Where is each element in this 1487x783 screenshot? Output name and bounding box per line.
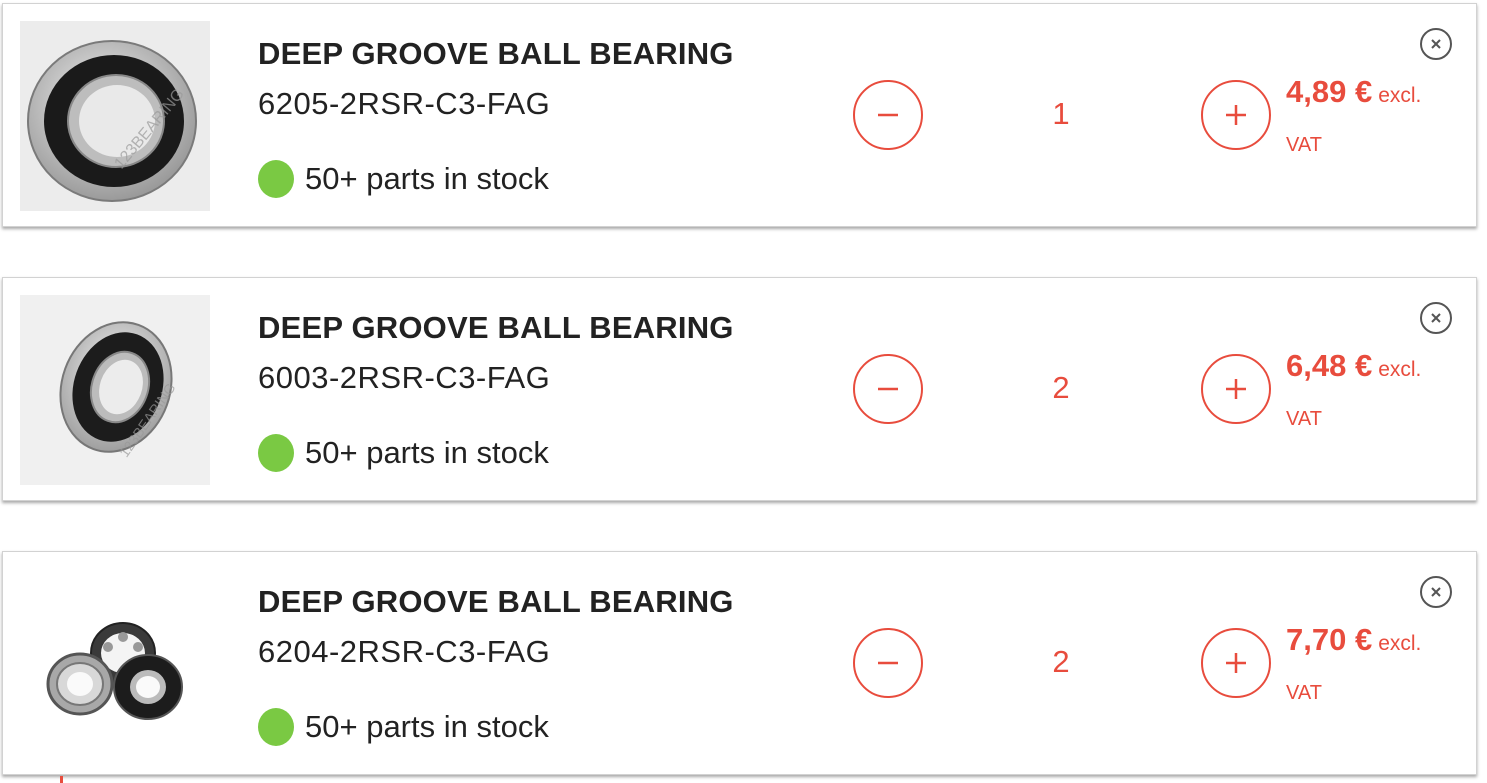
stock-status: 50+ parts in stock xyxy=(258,159,549,199)
stock-text: 50+ parts in stock xyxy=(305,709,549,744)
increase-quantity-button[interactable] xyxy=(1201,354,1271,424)
price-excl-label: excl. xyxy=(1378,84,1422,107)
stock-text: 50+ parts in stock xyxy=(305,435,549,470)
page-accent-mark xyxy=(60,776,63,783)
remove-item-button[interactable] xyxy=(1420,302,1452,334)
remove-item-button[interactable] xyxy=(1420,576,1452,608)
price: 6,48 € excl. xyxy=(1286,348,1421,384)
price-vat-label: VAT xyxy=(1286,134,1322,156)
cart-item: DEEP GROOVE BALL BEARING 6204-2RSR-C3-FA… xyxy=(2,551,1477,775)
minus-icon xyxy=(878,661,898,665)
product-sku: 6003-2RSR-C3-FAG xyxy=(258,360,551,395)
plus-icon xyxy=(1226,653,1246,673)
price-amount: 4,89 € xyxy=(1286,74,1373,109)
bearing-group-icon xyxy=(46,622,183,720)
close-icon xyxy=(1431,587,1441,597)
price-amount: 7,70 € xyxy=(1286,622,1373,657)
bearing-angled-icon: 123BEARING xyxy=(59,321,179,460)
price: 4,89 € excl. xyxy=(1286,74,1421,110)
close-icon xyxy=(1431,313,1441,323)
stock-indicator-icon xyxy=(258,708,294,746)
product-image[interactable]: 123BEARING xyxy=(20,21,210,211)
price-vat-label: VAT xyxy=(1286,682,1322,704)
minus-icon xyxy=(878,113,898,117)
cart-item: 123BEARING DEEP GROOVE BALL BEARING 6205… xyxy=(2,3,1477,227)
increase-quantity-button[interactable] xyxy=(1201,628,1271,698)
price-excl-label: excl. xyxy=(1378,358,1422,381)
product-image[interactable] xyxy=(20,569,210,759)
decrease-quantity-button[interactable] xyxy=(853,628,923,698)
product-title[interactable]: DEEP GROOVE BALL BEARING xyxy=(258,584,734,620)
stock-indicator-icon xyxy=(258,434,294,472)
increase-quantity-button[interactable] xyxy=(1201,80,1271,150)
product-title[interactable]: DEEP GROOVE BALL BEARING xyxy=(258,36,734,72)
stock-indicator-icon xyxy=(258,160,294,198)
price: 7,70 € excl. xyxy=(1286,622,1421,658)
cart-item: 123BEARING DEEP GROOVE BALL BEARING 6003… xyxy=(2,277,1477,501)
decrease-quantity-button[interactable] xyxy=(853,354,923,424)
quantity-value[interactable]: 2 xyxy=(1003,370,1119,406)
plus-icon xyxy=(1226,105,1246,125)
stock-status: 50+ parts in stock xyxy=(258,433,549,473)
quantity-value[interactable]: 1 xyxy=(1003,96,1119,132)
remove-item-button[interactable] xyxy=(1420,28,1452,60)
stock-status: 50+ parts in stock xyxy=(258,707,549,747)
price-excl-label: excl. xyxy=(1378,632,1422,655)
stock-text: 50+ parts in stock xyxy=(305,161,549,196)
decrease-quantity-button[interactable] xyxy=(853,80,923,150)
minus-icon xyxy=(878,387,898,391)
product-sku: 6205-2RSR-C3-FAG xyxy=(258,86,551,121)
product-title[interactable]: DEEP GROOVE BALL BEARING xyxy=(258,310,734,346)
price-vat-label: VAT xyxy=(1286,408,1322,430)
product-sku: 6204-2RSR-C3-FAG xyxy=(258,634,551,669)
product-image[interactable]: 123BEARING xyxy=(20,295,210,485)
close-icon xyxy=(1431,39,1441,49)
bearing-front-icon: 123BEARING xyxy=(27,40,197,202)
price-amount: 6,48 € xyxy=(1286,348,1373,383)
quantity-value[interactable]: 2 xyxy=(1003,644,1119,680)
plus-icon xyxy=(1226,379,1246,399)
